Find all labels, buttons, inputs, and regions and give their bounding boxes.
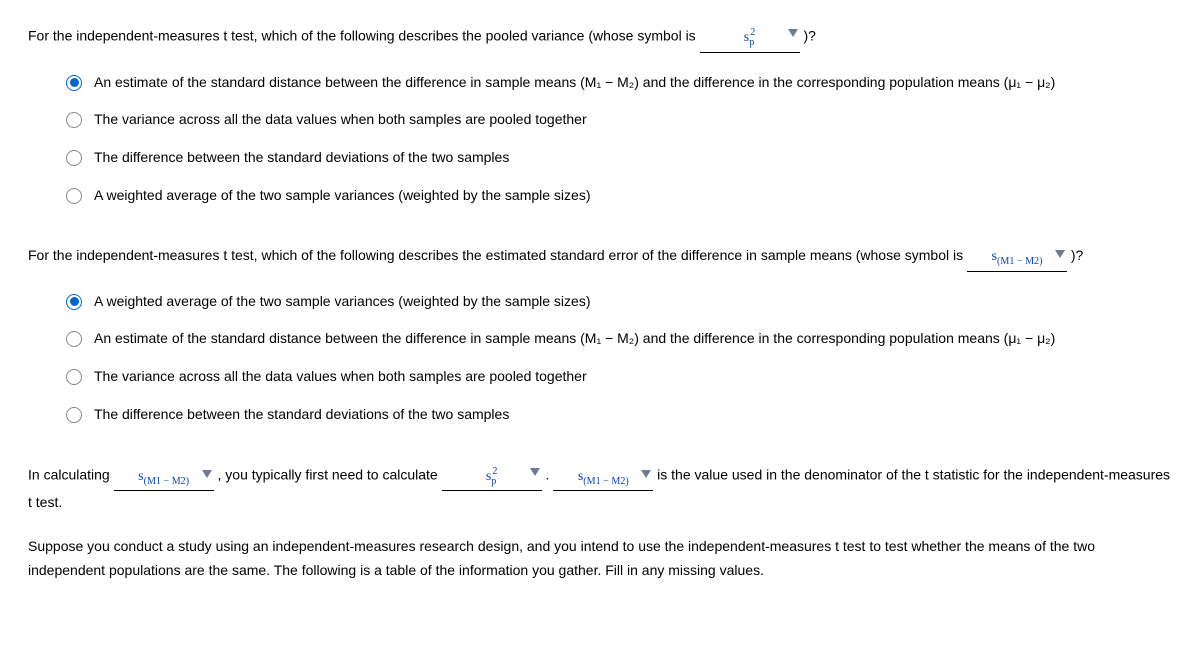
p3-t2: , you typically first need to calculate	[218, 467, 442, 483]
q2-option-1[interactable]: An estimate of the standard distance bet…	[66, 327, 1172, 351]
q1-options: An estimate of the standard distance bet…	[28, 71, 1172, 208]
radio-icon	[66, 331, 82, 347]
radio-icon	[66, 112, 82, 128]
option-text: A weighted average of the two sample var…	[94, 290, 1172, 314]
dropdown-denominator-value[interactable]: s(M1 − M2)	[553, 465, 653, 492]
q2-text-before: For the independent-measures t test, whi…	[28, 247, 967, 263]
paragraph-calculate: In calculating s(M1 − M2) , you typicall…	[28, 463, 1172, 515]
q2-option-3[interactable]: The difference between the standard devi…	[66, 403, 1172, 427]
q1-option-3[interactable]: A weighted average of the two sample var…	[66, 184, 1172, 208]
radio-icon	[66, 188, 82, 204]
p3-t1: In calculating	[28, 467, 114, 483]
question-1-prompt: For the independent-measures t test, whi…	[28, 24, 1172, 53]
q2-option-0[interactable]: A weighted average of the two sample var…	[66, 290, 1172, 314]
dropdown-calc-second[interactable]: sp2	[442, 463, 542, 492]
q1-option-1[interactable]: The variance across all the data values …	[66, 108, 1172, 132]
option-text: The difference between the standard devi…	[94, 403, 1172, 427]
paragraph-suppose: Suppose you conduct a study using an ind…	[28, 535, 1172, 583]
sm1m2-symbol: s(M1 − M2)	[992, 249, 1043, 264]
question-2: For the independent-measures t test, whi…	[28, 244, 1172, 427]
q2-options: A weighted average of the two sample var…	[28, 290, 1172, 427]
q1-option-2[interactable]: The difference between the standard devi…	[66, 146, 1172, 170]
question-1: For the independent-measures t test, whi…	[28, 24, 1172, 208]
sm1m2-symbol: s(M1 − M2)	[578, 469, 629, 484]
radio-icon	[66, 369, 82, 385]
q1-text-before: For the independent-measures t test, whi…	[28, 28, 700, 44]
option-text: The variance across all the data values …	[94, 108, 1172, 132]
sm1m2-symbol: s(M1 − M2)	[138, 469, 189, 484]
sp2-symbol: sp2	[486, 469, 498, 484]
q1-option-0[interactable]: An estimate of the standard distance bet…	[66, 71, 1172, 95]
q2-text-after: )?	[1071, 247, 1083, 263]
option-text: An estimate of the standard distance bet…	[94, 327, 1172, 351]
dropdown-pooled-variance-symbol[interactable]: sp2	[700, 24, 800, 53]
p3-t3: .	[546, 467, 554, 483]
q2-option-2[interactable]: The variance across all the data values …	[66, 365, 1172, 389]
radio-icon	[66, 294, 82, 310]
q1-text-after: )?	[803, 28, 815, 44]
p4-text: Suppose you conduct a study using an ind…	[28, 538, 1095, 578]
option-text: The difference between the standard devi…	[94, 146, 1172, 170]
dropdown-calc-first[interactable]: s(M1 − M2)	[114, 465, 214, 492]
radio-icon	[66, 150, 82, 166]
option-text: A weighted average of the two sample var…	[94, 184, 1172, 208]
option-text: The variance across all the data values …	[94, 365, 1172, 389]
radio-icon	[66, 75, 82, 91]
question-2-prompt: For the independent-measures t test, whi…	[28, 244, 1172, 272]
dropdown-std-error-symbol[interactable]: s(M1 − M2)	[967, 245, 1067, 272]
option-text: An estimate of the standard distance bet…	[94, 71, 1172, 95]
sp2-symbol: sp2	[744, 30, 756, 45]
radio-icon	[66, 407, 82, 423]
